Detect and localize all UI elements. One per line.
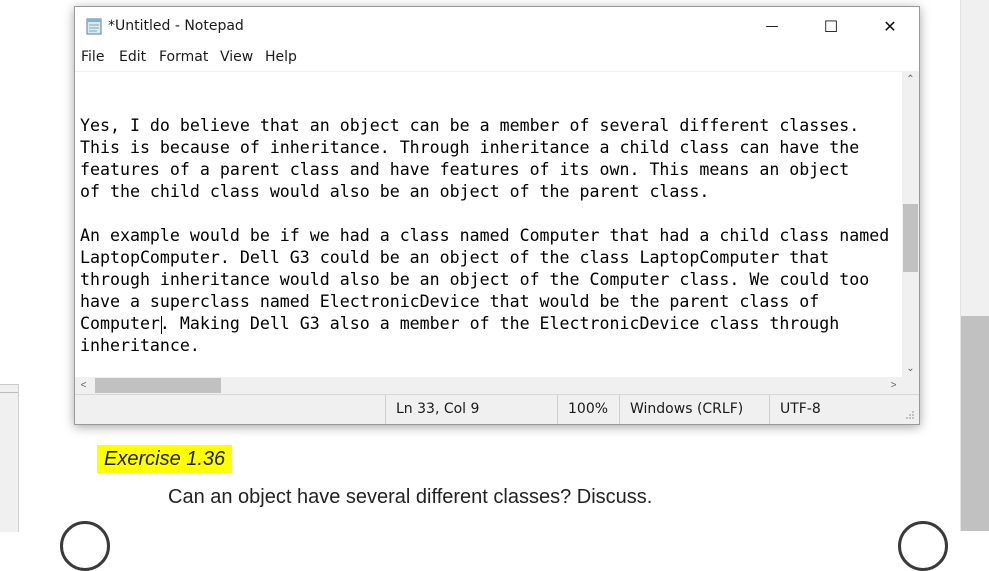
background-panel-strip — [0, 384, 19, 532]
notepad-icon — [86, 18, 102, 35]
editor-line: through inheritance would also be an obj… — [80, 270, 870, 289]
menu-format[interactable]: Format — [159, 49, 208, 65]
status-zoom: 100% — [557, 395, 619, 424]
status-encoding: UTF-8 — [769, 395, 919, 424]
editor-line: features of a parent class and have feat… — [80, 160, 850, 179]
text-editor[interactable]: Yes, I do believe that an object can be … — [75, 71, 902, 378]
menu-file[interactable]: File — [81, 49, 104, 65]
close-button[interactable]: ✕ — [861, 7, 919, 45]
scroll-down-icon[interactable]: ⌄ — [902, 360, 919, 377]
close-icon: ✕ — [883, 16, 897, 36]
nav-next-button[interactable] — [898, 521, 948, 571]
window-title: *Untitled - Notepad — [108, 18, 244, 34]
exercise-question: Can an object have several different cla… — [168, 486, 653, 508]
menu-bar: File Edit Format View Help — [75, 45, 919, 71]
menu-edit[interactable]: Edit — [119, 49, 146, 65]
scroll-left-icon[interactable]: < — [75, 377, 92, 394]
vertical-scroll-thumb[interactable] — [903, 204, 918, 272]
resize-grip-icon[interactable] — [905, 410, 915, 420]
editor-line: LaptopComputer. Dell G3 could be an obje… — [80, 248, 830, 267]
maximize-icon: ☐ — [823, 16, 839, 36]
vertical-scrollbar[interactable]: ⌃ ⌄ — [902, 71, 919, 377]
maximize-button[interactable]: ☐ — [802, 7, 860, 45]
page-scrollbar-thumb[interactable] — [961, 316, 989, 531]
status-line-ending: Windows (CRLF) — [619, 395, 769, 424]
status-cursor-position: Ln 33, Col 9 — [385, 395, 557, 424]
notepad-window: *Untitled - Notepad — ☐ ✕ File Edit Form… — [74, 6, 920, 425]
scroll-up-icon[interactable]: ⌃ — [902, 71, 919, 88]
editor-line: This is because of inheritance. Through … — [80, 138, 860, 157]
text-caret — [161, 316, 162, 334]
nav-previous-button[interactable] — [60, 521, 110, 571]
editor-line: inheritance. — [80, 336, 200, 355]
scroll-right-icon[interactable]: > — [885, 377, 902, 394]
scrollbar-corner — [902, 377, 919, 394]
editor-line: of the child class would also be an obje… — [80, 182, 710, 201]
title-bar[interactable]: *Untitled - Notepad — ☐ ✕ — [75, 7, 919, 45]
background-divider — [0, 392, 18, 393]
editor-content[interactable]: Yes, I do believe that an object can be … — [80, 115, 889, 357]
editor-line: Computer. Making Dell G3 also a member o… — [80, 314, 840, 333]
menu-view[interactable]: View — [220, 49, 253, 65]
status-bar: Ln 33, Col 9 100% Windows (CRLF) UTF-8 — [75, 394, 919, 424]
menu-help[interactable]: Help — [265, 49, 297, 65]
exercise-heading: Exercise 1.36 — [97, 445, 233, 473]
editor-line: have a superclass named ElectronicDevice… — [80, 292, 820, 311]
minimize-button[interactable]: — — [743, 7, 801, 45]
minimize-icon: — — [765, 18, 779, 34]
editor-line: Yes, I do believe that an object can be … — [80, 116, 860, 135]
page-scrollbar[interactable] — [960, 0, 989, 531]
horizontal-scrollbar[interactable]: < > — [75, 377, 902, 394]
horizontal-scroll-thumb[interactable] — [95, 378, 221, 393]
editor-line: An example would be if we had a class na… — [80, 226, 890, 245]
